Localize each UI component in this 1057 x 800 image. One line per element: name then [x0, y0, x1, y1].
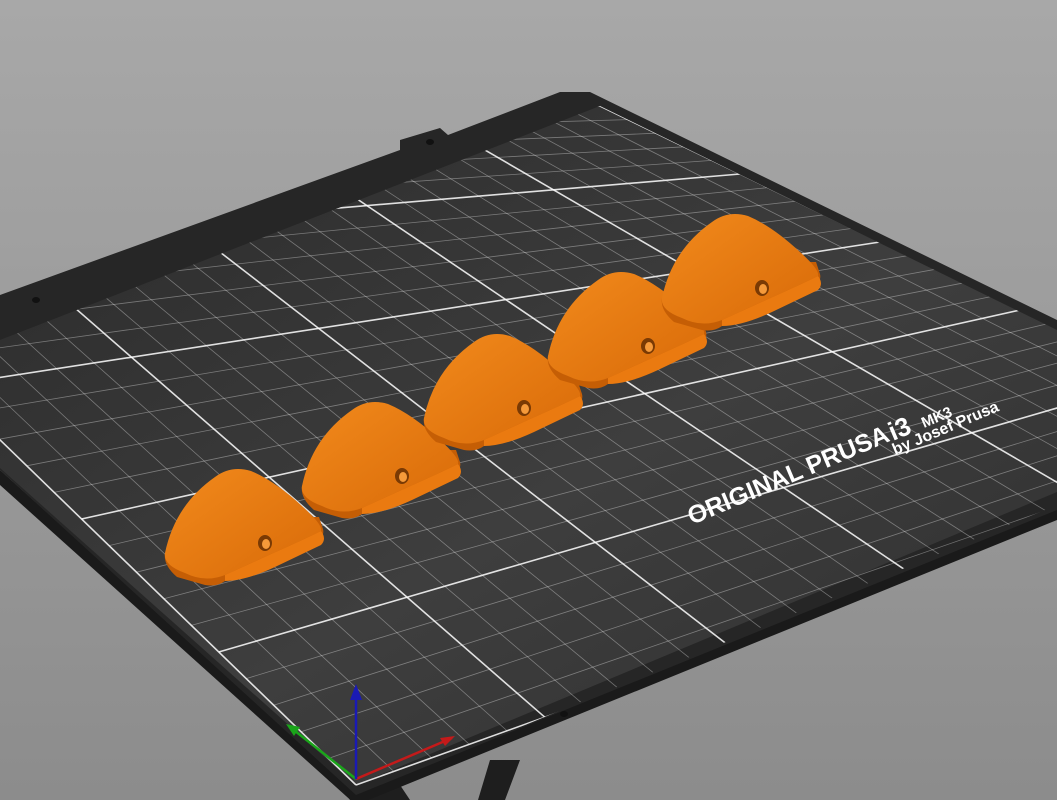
3d-viewport[interactable]: ORIGINAL PRUSA i3 MK3 by Josef Prusa [0, 0, 1057, 800]
3d-scene[interactable]: ORIGINAL PRUSA i3 MK3 by Josef Prusa [0, 0, 1057, 800]
part-mount-hole-inner [759, 284, 767, 294]
part-mount-hole-inner [262, 539, 270, 549]
part-mount-hole-inner [521, 404, 529, 414]
part-mount-hole-inner [645, 342, 653, 352]
part-mount-hole-inner [399, 472, 407, 482]
